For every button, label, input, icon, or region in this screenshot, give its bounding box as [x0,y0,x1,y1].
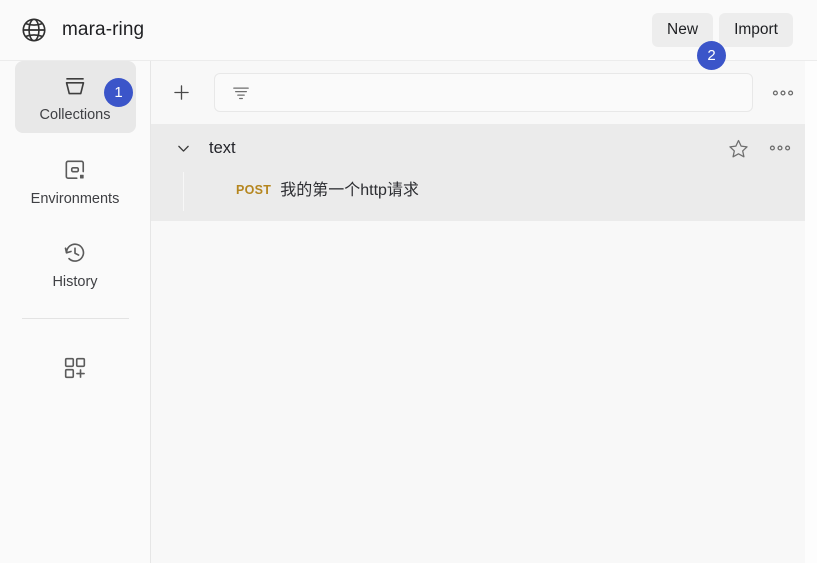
request-method-badge: POST [236,183,272,198]
search-filter-box[interactable] [214,73,753,112]
search-input[interactable] [261,83,742,102]
request-name: 我的第一个http请求 [280,181,419,199]
brand: mara-ring [20,16,144,44]
step-badge-2: 2 [697,41,726,70]
collections-toolbar [151,61,817,124]
panel-empty-area [151,221,817,476]
sidebar-item-label-environments: Environments [30,190,120,207]
app-header: mara-ring New Import [0,0,817,61]
environments-icon [62,157,88,183]
add-collection-button[interactable] [165,77,197,109]
sidebar-item-history[interactable]: History [15,228,136,300]
collection-more-button[interactable] [769,144,791,152]
plus-icon [173,85,189,100]
import-button[interactable]: Import [719,13,793,47]
header-actions: New Import [652,13,793,47]
request-list: POST 我的第一个http请求 [151,172,805,221]
chevron-down-icon[interactable] [175,140,192,157]
app-window: mara-ring New Import Collections Environ… [0,0,817,563]
rail-divider [21,317,129,319]
vertical-scrollbar[interactable] [805,61,817,563]
indent-guide [183,172,184,211]
collection-group: text POST 我的第一个http请求 [151,124,805,221]
collection-actions [728,138,791,159]
star-outline-icon[interactable] [728,138,749,159]
left-rail: Collections Environments History [0,61,151,563]
list-item[interactable]: POST 我的第一个http请求 [151,172,805,209]
sidebar-item-environments[interactable]: Environments [15,145,136,217]
sidebar-item-label-history: History [52,274,98,290]
collection-header-text[interactable]: text [151,124,805,172]
page-title: mara-ring [62,19,145,40]
sidebar-item-label-collections: Collections [39,107,111,123]
sidebar-item-add-apps[interactable] [15,341,136,395]
collections-panel: text POST 我的第一个http请求 [151,61,817,563]
globe-icon [20,16,48,44]
history-clock-icon [62,240,88,266]
three-dots-icon [772,89,794,96]
collections-icon [62,73,88,99]
collection-name: text [209,138,236,157]
filter-lines-icon [233,87,249,99]
collections-more-button[interactable] [763,78,803,108]
step-badge-1: 1 [104,78,133,107]
add-apps-grid-icon [62,355,88,381]
three-dots-icon [769,145,791,151]
